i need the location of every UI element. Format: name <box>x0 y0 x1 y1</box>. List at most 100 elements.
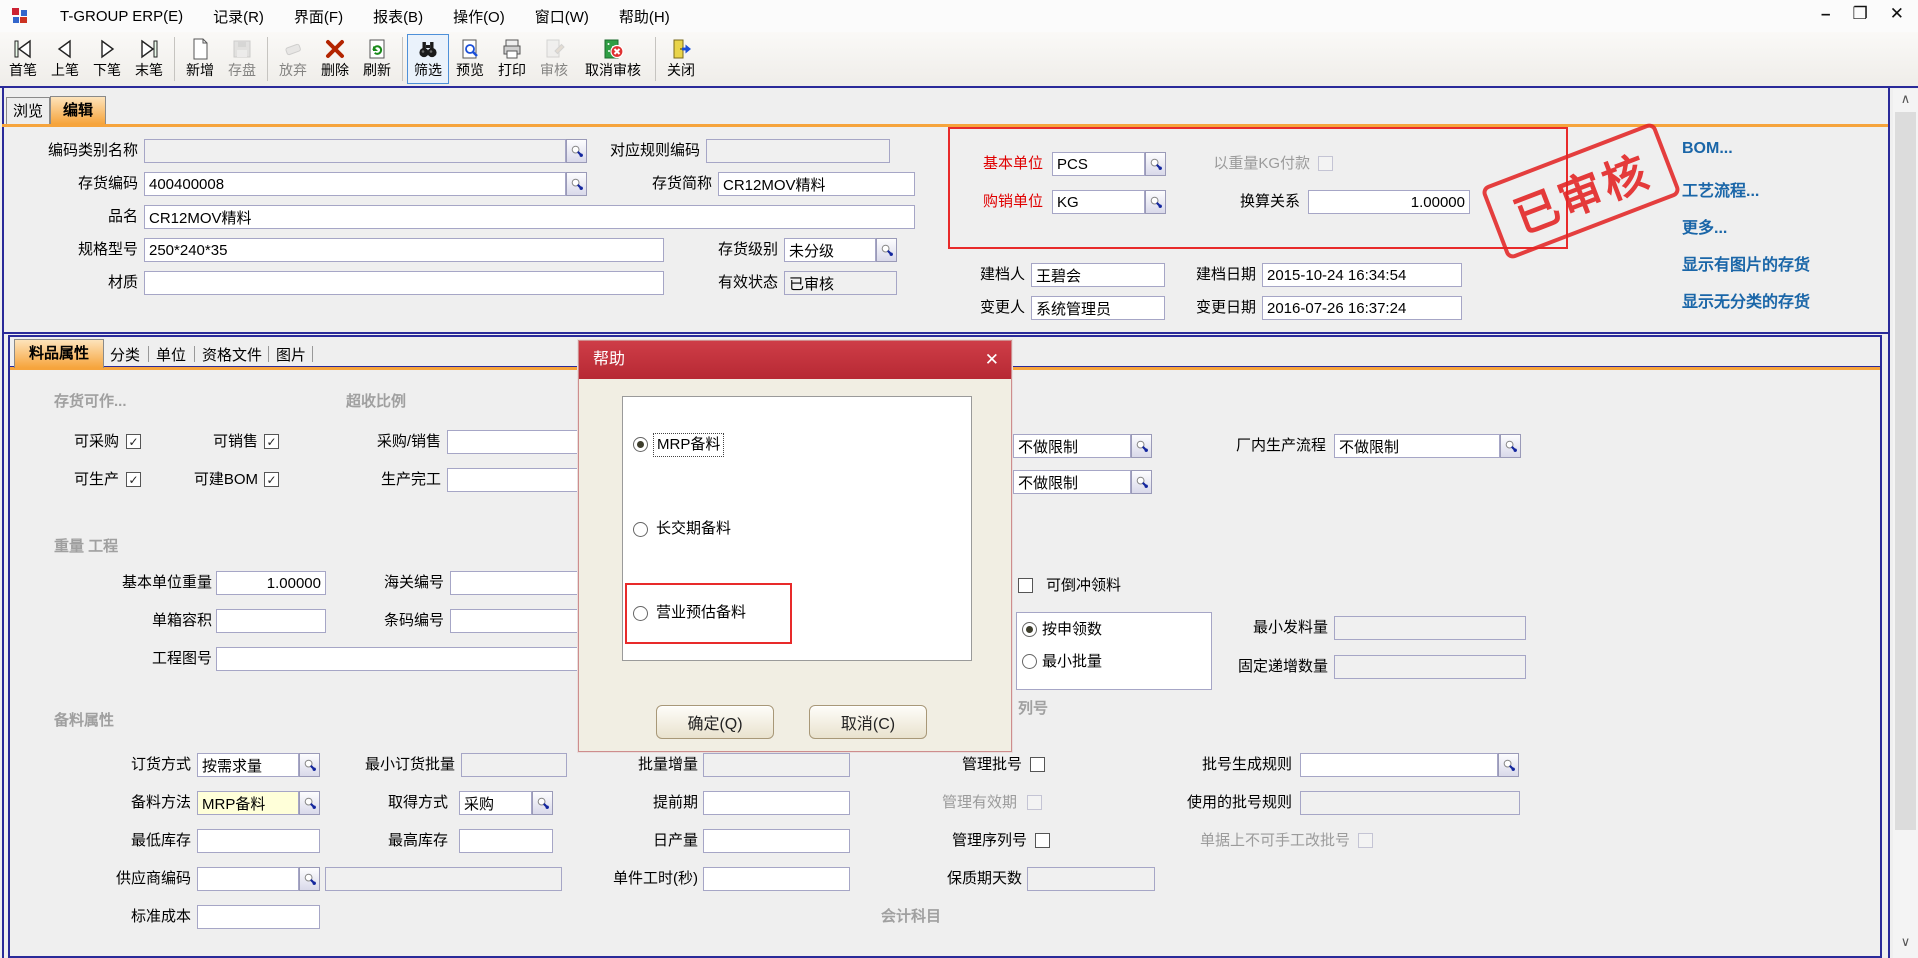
bom-link[interactable]: BOM... <box>1682 140 1733 158</box>
producible-checkbox[interactable]: ✓ <box>126 472 141 487</box>
rule-code-input[interactable] <box>706 139 890 163</box>
restore-button[interactable]: ❐ <box>1853 4 1868 24</box>
menu-help[interactable]: 帮助(H) <box>619 6 670 27</box>
subtab-item-attributes[interactable]: 料品属性 <box>14 339 104 368</box>
mrp-option-radio[interactable] <box>633 437 648 452</box>
base-unit-weight-input[interactable] <box>216 571 326 595</box>
scroll-up-icon[interactable]: ∧ <box>1893 89 1918 109</box>
close-button[interactable]: ✕ <box>1890 4 1904 24</box>
limit1-input[interactable] <box>1013 434 1131 458</box>
by-request-label[interactable]: 按申领数 <box>1042 618 1162 642</box>
inv-level-lookup-button[interactable] <box>876 238 897 262</box>
purchasable-checkbox[interactable]: ✓ <box>126 434 141 449</box>
manage-batch-checkbox[interactable] <box>1030 757 1045 772</box>
by-request-radio[interactable] <box>1022 622 1037 637</box>
dialog-cancel-button[interactable]: 取消(C) <box>809 705 927 739</box>
drawing-no-input[interactable] <box>216 647 616 671</box>
supplier-code-input[interactable] <box>197 867 299 891</box>
tab-browse[interactable]: 浏览 <box>6 97 50 124</box>
subtab-classification[interactable]: 分类 <box>110 344 140 365</box>
limit2-lookup-button[interactable] <box>1131 470 1152 494</box>
check-icon: ✓ <box>128 436 138 448</box>
print-button[interactable]: 打印 <box>491 34 533 84</box>
inv-abbr-input[interactable] <box>718 172 915 196</box>
close-form-button[interactable]: 关闭 <box>660 34 702 84</box>
toolbar-separator <box>267 37 268 81</box>
inv-code-input[interactable] <box>144 172 566 196</box>
show-with-image-link[interactable]: 显示有图片的存货 <box>1682 251 1810 275</box>
supplier-name-input <box>325 867 562 891</box>
batch-rule-label: 批号生成规则 <box>1160 753 1292 777</box>
batch-rule-lookup-button[interactable] <box>1498 753 1519 777</box>
refresh-button[interactable]: 刷新 <box>356 34 398 84</box>
prev-record-button[interactable]: 上笔 <box>44 34 86 84</box>
section-over-header: 超收比例 <box>346 391 406 413</box>
unit-time-input[interactable] <box>703 867 850 891</box>
new-button[interactable]: 新增 <box>179 34 221 84</box>
limit2-input[interactable] <box>1013 470 1131 494</box>
acquire-mode-input[interactable] <box>459 791 532 815</box>
max-stock-input[interactable] <box>459 829 553 853</box>
eraser-icon <box>281 36 305 62</box>
menu-record[interactable]: 记录(R) <box>213 6 264 27</box>
min-batch-radio[interactable] <box>1022 654 1037 669</box>
tab-edit[interactable]: 编辑 <box>50 96 106 124</box>
long-lead-option-label[interactable]: 长交期备料 <box>656 518 731 540</box>
shelf-days-input <box>1027 867 1155 891</box>
last-record-button[interactable]: 末笔 <box>128 34 170 84</box>
max-stock-label: 最高库存 <box>316 829 448 853</box>
backflush-checkbox[interactable] <box>1018 578 1033 593</box>
factory-flow-lookup-button[interactable] <box>1500 434 1521 458</box>
prod-name-input[interactable] <box>144 205 915 229</box>
order-mode-input[interactable] <box>197 753 299 777</box>
preview-button[interactable]: 预览 <box>449 34 491 84</box>
prep-method-input[interactable] <box>197 791 299 815</box>
menu-operate[interactable]: 操作(O) <box>453 6 505 27</box>
order-mode-lookup-button[interactable] <box>299 753 320 777</box>
dialog-ok-button[interactable]: 确定(Q) <box>656 705 774 739</box>
scroll-down-icon[interactable]: ∨ <box>1893 932 1918 952</box>
cancel-approve-button[interactable]: 取消审核 <box>575 34 651 84</box>
subtab-unit[interactable]: 单位 <box>156 344 186 365</box>
standard-cost-input[interactable] <box>197 905 320 929</box>
process-flow-link[interactable]: 工艺流程... <box>1682 177 1759 201</box>
bom-buildable-checkbox[interactable]: ✓ <box>264 472 279 487</box>
manage-serial-checkbox[interactable] <box>1035 833 1050 848</box>
min-stock-input[interactable] <box>197 829 320 853</box>
code-type-input[interactable] <box>144 139 566 163</box>
delete-button[interactable]: 删除 <box>314 34 356 84</box>
box-volume-input[interactable] <box>216 609 326 633</box>
dialog-close-icon[interactable]: ✕ <box>985 341 999 379</box>
next-record-button[interactable]: 下笔 <box>86 34 128 84</box>
spec-input[interactable] <box>144 238 664 262</box>
lead-time-input[interactable] <box>703 791 850 815</box>
more-link[interactable]: 更多... <box>1682 214 1727 238</box>
factory-flow-input[interactable] <box>1334 434 1500 458</box>
menu-interface[interactable]: 界面(F) <box>294 6 343 27</box>
minimize-button[interactable]: – <box>1821 4 1830 24</box>
filter-button[interactable]: 筛选 <box>407 34 449 84</box>
modify-date-label: 变更日期 <box>1124 296 1256 320</box>
scrollbar-thumb[interactable] <box>1895 112 1916 830</box>
mrp-option-label[interactable]: MRP备料 <box>653 433 724 457</box>
menu-report[interactable]: 报表(B) <box>373 6 423 27</box>
first-record-button[interactable]: 首笔 <box>2 34 44 84</box>
preview-magnifier-icon <box>458 36 482 62</box>
limit1-lookup-button[interactable] <box>1131 434 1152 458</box>
menu-app[interactable]: T-GROUP ERP(E) <box>60 8 183 25</box>
menu-window[interactable]: 窗口(W) <box>535 6 589 27</box>
subtab-image[interactable]: 图片 <box>276 344 306 365</box>
acquire-mode-lookup-button[interactable] <box>532 791 553 815</box>
min-batch-label[interactable]: 最小批量 <box>1042 650 1162 674</box>
material-input[interactable] <box>144 271 664 295</box>
subtab-qualification[interactable]: 资格文件 <box>202 344 262 365</box>
daily-output-input[interactable] <box>703 829 850 853</box>
inv-level-input[interactable] <box>784 238 876 262</box>
batch-rule-input[interactable] <box>1300 753 1498 777</box>
vertical-scrollbar[interactable]: ∧ ∨ <box>1893 89 1918 958</box>
show-unclassified-link[interactable]: 显示无分类的存货 <box>1682 288 1810 312</box>
nav-first-icon <box>11 36 35 62</box>
base-unit-weight-label: 基本单位重量 <box>80 571 212 595</box>
sellable-checkbox[interactable]: ✓ <box>264 434 279 449</box>
supplier-code-lookup-button[interactable] <box>299 867 320 891</box>
